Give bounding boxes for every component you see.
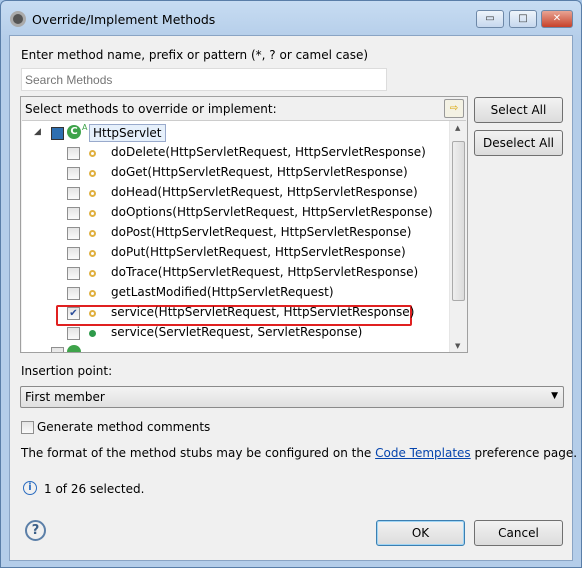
protected-method-icon [89, 190, 96, 197]
scrollbar-thumb[interactable] [452, 141, 465, 301]
ok-button[interactable]: OK [376, 520, 465, 546]
method-item[interactable]: doTrace(HttpServletRequest, HttpServletR… [22, 263, 452, 283]
maximize-button[interactable]: □ [509, 10, 537, 28]
method-label: doTrace(HttpServletRequest, HttpServletR… [111, 265, 419, 279]
method-checkbox[interactable] [67, 327, 80, 340]
method-checkbox[interactable]: ✔ [67, 307, 80, 320]
cancel-button[interactable]: Cancel [474, 520, 563, 546]
window-title: Override/Implement Methods [32, 12, 216, 27]
methods-header: Select methods to override or implement: [25, 102, 277, 116]
method-item[interactable]: doDelete(HttpServletRequest, HttpServlet… [22, 143, 452, 163]
code-templates-link[interactable]: Code Templates [375, 446, 471, 460]
method-checkbox[interactable] [67, 227, 80, 240]
method-checkbox[interactable] [67, 267, 80, 280]
protected-method-icon [89, 210, 96, 217]
tree-root[interactable]: ◢ C A HttpServlet [22, 123, 452, 143]
method-label: getLastModified(HttpServletRequest) [111, 285, 334, 299]
method-checkbox[interactable] [67, 247, 80, 260]
minimize-button[interactable]: ▭ [476, 10, 504, 28]
method-label: service(ServletRequest, ServletResponse) [111, 325, 363, 339]
scroll-down-icon[interactable]: ▼ [455, 342, 460, 350]
class-icon [67, 345, 81, 352]
root-checkbox-2[interactable] [51, 347, 64, 352]
protected-method-icon [89, 170, 96, 177]
root-label: HttpServlet [89, 124, 166, 142]
method-item[interactable]: ✔ service(HttpServletRequest, HttpServle… [22, 303, 452, 323]
generate-comments-checkbox[interactable] [21, 421, 34, 434]
dialog-body: Enter method name, prefix or pattern (*,… [9, 35, 577, 561]
method-label: doGet(HttpServletRequest, HttpServletRes… [111, 165, 408, 179]
protected-method-icon [89, 250, 96, 257]
method-checkbox[interactable] [67, 147, 80, 160]
method-item[interactable]: doOptions(HttpServletRequest, HttpServle… [22, 203, 452, 223]
protected-method-icon [89, 290, 96, 297]
group-by-type-icon[interactable]: ⇨ [444, 99, 464, 118]
protected-method-icon [89, 270, 96, 277]
protected-method-icon [89, 150, 96, 157]
protected-method-icon [89, 230, 96, 237]
select-all-button[interactable]: Select All [474, 97, 563, 123]
help-icon[interactable]: ? [25, 520, 46, 541]
method-label: doOptions(HttpServletRequest, HttpServle… [111, 205, 433, 219]
method-checkbox[interactable] [67, 207, 80, 220]
eclipse-icon [10, 11, 26, 27]
insertion-label: Insertion point: [21, 364, 113, 378]
method-checkbox[interactable] [67, 287, 80, 300]
title-bar: Override/Implement Methods ▭ □ ✕ [1, 1, 581, 35]
info-icon: i [23, 481, 37, 495]
method-item[interactable]: doPost(HttpServletRequest, HttpServletRe… [22, 223, 452, 243]
method-item[interactable]: doPut(HttpServletRequest, HttpServletRes… [22, 243, 452, 263]
method-item[interactable]: service(ServletRequest, ServletResponse) [22, 323, 452, 343]
insertion-value: First member [25, 390, 105, 404]
search-input[interactable] [21, 68, 387, 91]
method-item[interactable]: doGet(HttpServletRequest, HttpServletRes… [22, 163, 452, 183]
status-text: 1 of 26 selected. [44, 482, 145, 496]
format-text: The format of the method stubs may be co… [21, 446, 577, 460]
methods-tree[interactable]: ◢ C A HttpServlet doDelete(HttpServletRe… [22, 120, 466, 352]
insertion-point-select[interactable]: First member ▼ [20, 386, 564, 408]
protected-method-icon [89, 310, 96, 317]
search-label: Enter method name, prefix or pattern (*,… [21, 48, 369, 62]
method-label: doPut(HttpServletRequest, HttpServletRes… [111, 245, 406, 259]
scroll-up-icon[interactable]: ▲ [455, 124, 460, 132]
method-checkbox[interactable] [67, 167, 80, 180]
format-text-before: The format of the method stubs may be co… [21, 446, 376, 460]
chevron-down-icon: ▼ [551, 391, 558, 401]
methods-group: Select methods to override or implement:… [20, 96, 468, 353]
dialog-window: Override/Implement Methods ▭ □ ✕ Enter m… [0, 0, 582, 568]
tree-root-next[interactable] [22, 343, 452, 352]
method-label: doDelete(HttpServletRequest, HttpServlet… [111, 145, 426, 159]
root-checkbox[interactable] [51, 127, 64, 140]
method-item[interactable]: getLastModified(HttpServletRequest) [22, 283, 452, 303]
class-icon: C [67, 125, 81, 139]
method-label: doPost(HttpServletRequest, HttpServletRe… [111, 225, 412, 239]
tree-scrollbar[interactable]: ▲ ▼ [449, 121, 466, 352]
close-button[interactable]: ✕ [541, 10, 573, 28]
method-label: doHead(HttpServletRequest, HttpServletRe… [111, 185, 418, 199]
expand-icon[interactable]: ◢ [34, 127, 41, 137]
public-method-icon [89, 330, 96, 337]
format-text-after: preference page. [470, 446, 578, 460]
deselect-all-button[interactable]: Deselect All [474, 130, 563, 156]
method-checkbox[interactable] [67, 187, 80, 200]
abstract-icon: A [82, 123, 88, 132]
method-item[interactable]: doHead(HttpServletRequest, HttpServletRe… [22, 183, 452, 203]
generate-comments-label: Generate method comments [37, 420, 211, 434]
method-label: service(HttpServletRequest, HttpServletR… [111, 305, 415, 319]
